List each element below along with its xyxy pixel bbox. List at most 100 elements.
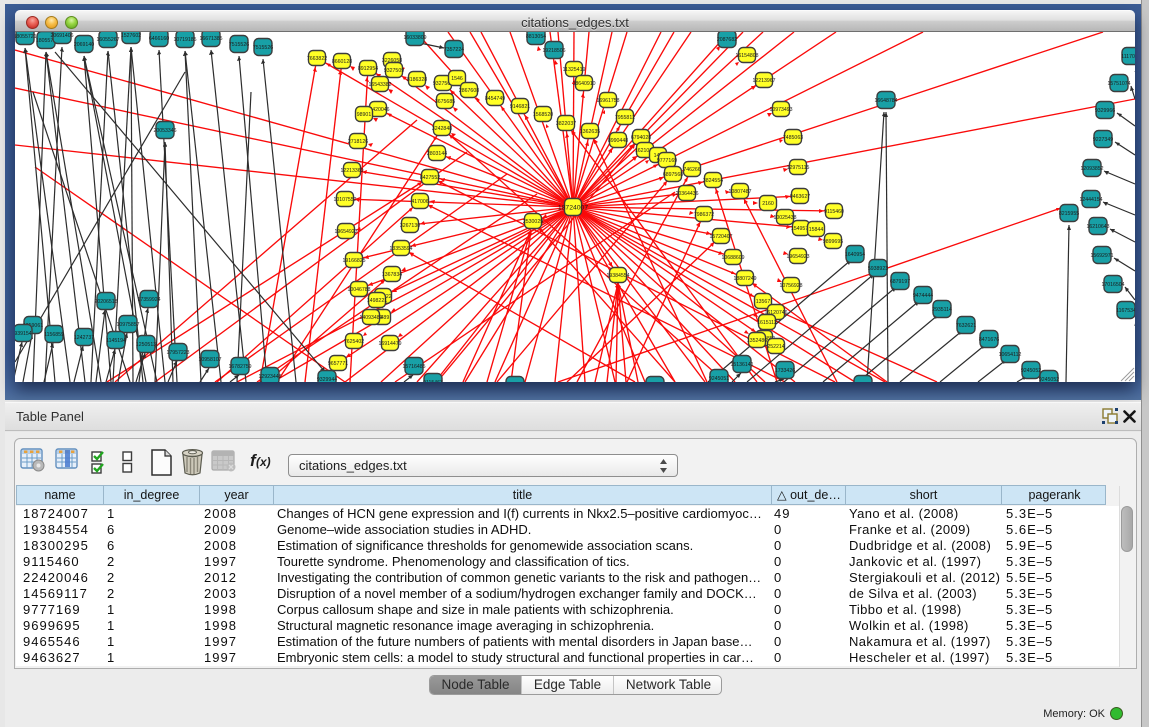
svg-text:1367834: 1367834 — [382, 272, 402, 278]
svg-text:10958107: 10958107 — [198, 357, 221, 363]
svg-text:7632621: 7632621 — [956, 323, 976, 329]
svg-text:12923448: 12923448 — [258, 374, 281, 380]
svg-text:1527602: 1527602 — [121, 33, 141, 39]
svg-text:8471676: 8471676 — [979, 337, 999, 343]
svg-text:10107552: 10107552 — [333, 197, 356, 203]
svg-text:17016504: 17016504 — [1101, 282, 1124, 288]
svg-text:9474444: 9474444 — [913, 293, 933, 299]
svg-text:2160: 2160 — [762, 201, 774, 207]
svg-text:10975857: 10975857 — [116, 322, 139, 328]
svg-text:(x): (x) — [256, 455, 271, 469]
svg-text:15751074: 15751074 — [1107, 81, 1130, 87]
svg-text:10756928: 10756928 — [779, 283, 802, 289]
svg-text:16033809: 16033809 — [403, 35, 426, 41]
svg-text:9327509: 9327509 — [384, 68, 404, 74]
svg-text:1546: 1546 — [451, 76, 463, 82]
svg-text:3824554: 3824554 — [703, 178, 723, 184]
svg-text:10654112: 10654112 — [999, 352, 1022, 358]
svg-text:15844: 15844 — [809, 227, 824, 233]
svg-text:3242848: 3242848 — [432, 126, 452, 132]
svg-text:1362635: 1362635 — [580, 129, 600, 135]
svg-text:1242737: 1242737 — [74, 335, 94, 341]
svg-text:9463627: 9463627 — [790, 194, 810, 200]
svg-text:19384554: 19384554 — [606, 273, 629, 279]
svg-text:7515526: 7515526 — [253, 45, 273, 51]
svg-text:1568520: 1568520 — [533, 112, 553, 118]
svg-text:939154: 939154 — [15, 331, 32, 337]
svg-text:16914479: 16914479 — [378, 341, 401, 347]
svg-text:7955812: 7955812 — [615, 115, 635, 121]
svg-text:9227349: 9227349 — [1093, 137, 1113, 143]
svg-text:7663822: 7663822 — [307, 56, 327, 62]
svg-text:12975115: 12975115 — [787, 165, 810, 171]
svg-text:1352486: 1352486 — [747, 338, 767, 344]
svg-text:15136141: 15136141 — [730, 362, 753, 368]
svg-text:8660128: 8660128 — [332, 59, 352, 65]
svg-text:3822037: 3822037 — [556, 121, 576, 127]
svg-text:18055721: 18055721 — [15, 34, 37, 40]
svg-text:1640954: 1640954 — [845, 252, 865, 258]
svg-text:16782759: 16782759 — [228, 364, 251, 370]
svg-text:9115460: 9115460 — [824, 209, 844, 215]
svg-text:19218506: 19218506 — [542, 48, 565, 54]
svg-text:12213967: 12213967 — [752, 78, 775, 84]
svg-text:6879197: 6879197 — [890, 279, 910, 285]
svg-text:1117034: 1117034 — [1121, 54, 1135, 60]
svg-text:9245052: 9245052 — [1039, 377, 1059, 382]
svg-text:1498221: 1498221 — [367, 298, 387, 304]
svg-text:9115463: 9115463 — [423, 380, 443, 382]
svg-text:20206518: 20206518 — [94, 299, 117, 305]
svg-text:6466160: 6466160 — [149, 36, 169, 42]
svg-text:10973493: 10973493 — [769, 107, 792, 113]
svg-text:20053346: 20053346 — [153, 128, 176, 134]
svg-text:9657771: 9657771 — [328, 361, 348, 367]
svg-text:8454749: 8454749 — [485, 96, 505, 102]
svg-text:10025438: 10025438 — [773, 215, 796, 221]
svg-text:16671385: 16671385 — [199, 36, 222, 42]
svg-text:1250513: 1250513 — [136, 342, 156, 348]
svg-text:8912954: 8912954 — [358, 66, 378, 72]
svg-text:16154808: 16154808 — [735, 53, 758, 59]
svg-text:6794028: 6794028 — [631, 135, 651, 141]
svg-text:1733426: 1733426 — [775, 368, 795, 374]
svg-text:20364436: 20364436 — [675, 191, 698, 197]
svg-text:7485063: 7485063 — [783, 135, 803, 141]
svg-text:5938923: 5938923 — [868, 266, 888, 272]
svg-text:252214: 252214 — [767, 344, 784, 350]
svg-text:18724007: 18724007 — [558, 204, 588, 211]
svg-text:7515526: 7515526 — [229, 42, 249, 48]
svg-text:13353594: 13353594 — [389, 246, 412, 252]
svg-text:14093489: 14093489 — [359, 315, 382, 321]
svg-text:20691406: 20691406 — [50, 33, 73, 39]
svg-text:15716485: 15716485 — [402, 364, 425, 370]
svg-text:2803144: 2803144 — [427, 151, 447, 157]
svg-text:1156859: 1156859 — [44, 332, 64, 338]
svg-text:9146821: 9146821 — [510, 104, 530, 110]
svg-text:16210643: 16210643 — [1086, 224, 1109, 230]
svg-text:15720407: 15720407 — [709, 234, 732, 240]
svg-text:19654923: 19654923 — [786, 254, 809, 260]
svg-text:2935114: 2935114 — [932, 307, 952, 313]
svg-text:2867608: 2867608 — [459, 88, 479, 94]
svg-text:10719185: 10719185 — [173, 37, 196, 43]
svg-text:16961758: 16961758 — [596, 98, 619, 104]
svg-text:98901: 98901 — [357, 112, 372, 118]
svg-text:18640910: 18640910 — [572, 81, 595, 87]
svg-text:3267130: 3267130 — [400, 223, 420, 229]
svg-text:16648784: 16648784 — [874, 98, 897, 104]
svg-text:2718126: 2718126 — [348, 139, 368, 145]
svg-text:1615112: 1615112 — [757, 320, 777, 326]
svg-text:16543382: 16543382 — [368, 82, 391, 88]
svg-text:10046788: 10046788 — [347, 287, 370, 293]
svg-text:12444154: 12444154 — [1079, 197, 1102, 203]
svg-text:7357224: 7357224 — [444, 47, 464, 53]
svg-text:9245052: 9245052 — [1021, 368, 1041, 374]
svg-text:8186328: 8186328 — [407, 77, 427, 83]
svg-text:17957223: 17957223 — [166, 350, 189, 356]
svg-text:3675685: 3675685 — [435, 99, 455, 105]
svg-text:746266: 746266 — [683, 167, 700, 173]
svg-text:8813054: 8813054 — [526, 34, 546, 40]
svg-text:11325419: 11325419 — [563, 67, 586, 73]
svg-text:10688609: 10688609 — [721, 255, 744, 261]
svg-text:10807487: 10807487 — [728, 189, 751, 195]
